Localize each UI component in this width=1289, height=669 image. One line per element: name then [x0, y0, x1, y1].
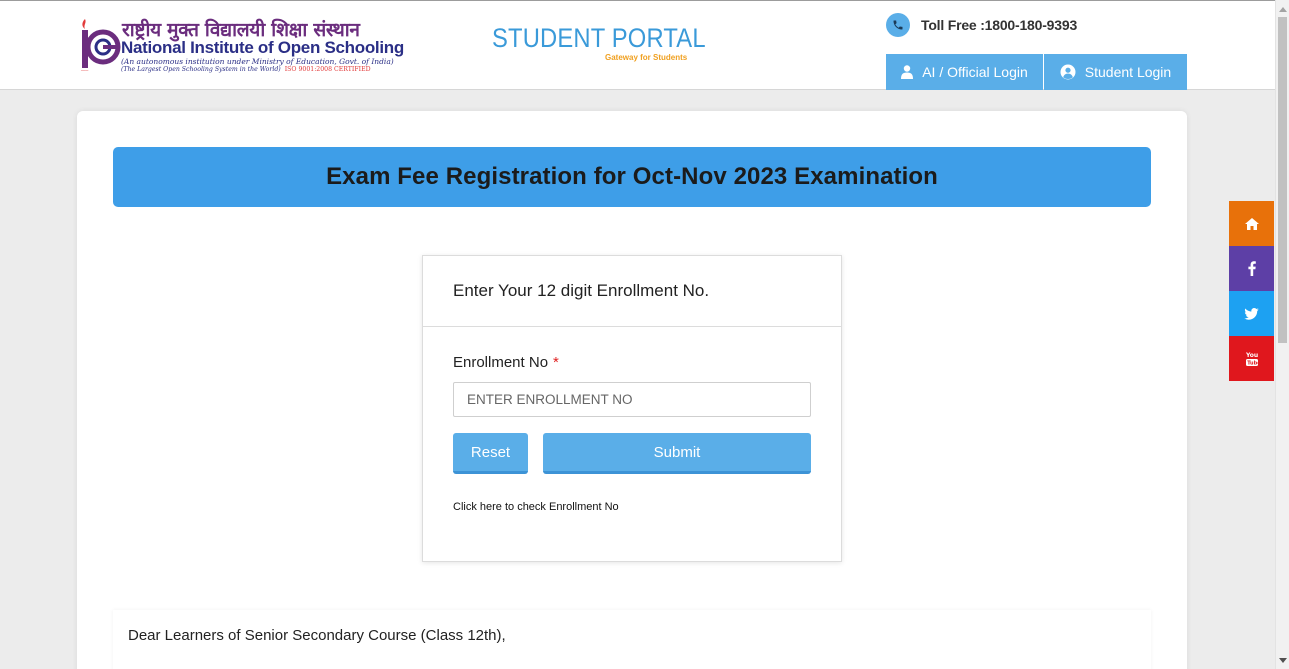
form-heading: Enter Your 12 digit Enrollment No. [423, 256, 841, 327]
scroll-down-arrow-icon[interactable] [1276, 653, 1289, 667]
phone-icon [886, 13, 910, 37]
exam-banner: Exam Fee Registration for Oct-Nov 2023 E… [113, 147, 1151, 207]
notice-text: Dear Learners of Senior Secondary Course… [128, 627, 506, 644]
logo-english-part1: National Institute of [121, 38, 278, 57]
reset-button[interactable]: Reset [453, 433, 528, 474]
toll-free-number: Toll Free :1800-180-9393 [921, 17, 1078, 33]
youtube-icon: YouTube [1245, 352, 1259, 367]
enrollment-input[interactable] [453, 382, 811, 417]
youtube-social-button[interactable]: You Tube [1229, 336, 1274, 381]
page-title: Exam Fee Registration for Oct-Nov 2023 E… [326, 163, 938, 190]
enrollment-label-text: Enrollment No [453, 354, 549, 371]
portal-subtitle: Gateway for Students [605, 53, 688, 62]
facebook-icon [1247, 261, 1256, 276]
ai-official-login-label: AI / Official Login [922, 64, 1028, 80]
facebook-social-button[interactable] [1229, 246, 1274, 291]
scroll-up-arrow-icon[interactable] [1276, 2, 1289, 16]
logo-english-part2: Open Schooling [277, 38, 404, 57]
home-social-button[interactable] [1229, 201, 1274, 246]
twitter-icon [1244, 307, 1259, 320]
ai-official-login-button[interactable]: AI / Official Login [886, 54, 1043, 90]
logo-tagline: (The Largest Open Schooling System in th… [121, 66, 281, 73]
home-icon [1244, 217, 1259, 230]
student-login-button[interactable]: Student Login [1044, 54, 1187, 90]
logo-english-text: National Institute of Open Schooling [121, 38, 404, 58]
logo-subtitle: (An autonomous institution under Ministr… [121, 57, 394, 66]
vertical-scrollbar[interactable] [1275, 0, 1289, 669]
scrollbar-thumb[interactable] [1278, 17, 1287, 343]
submit-button[interactable]: Submit [543, 433, 811, 474]
twitter-social-button[interactable] [1229, 291, 1274, 336]
user-circle-icon [1060, 64, 1076, 80]
svg-text:───: ─── [80, 68, 89, 73]
student-login-label: Student Login [1084, 64, 1172, 80]
svg-text:Tube: Tube [1247, 360, 1259, 366]
enrollment-form-card: Enter Your 12 digit Enrollment No. Enrol… [422, 255, 842, 562]
required-mark: * [553, 354, 559, 371]
notice-panel: Dear Learners of Senior Secondary Course… [113, 610, 1151, 669]
nios-logo-icon: ─── [80, 19, 121, 73]
enrollment-label: Enrollment No * [453, 354, 559, 371]
portal-title: STUDENT PORTAL [492, 23, 706, 53]
check-enrollment-link[interactable]: Click here to check Enrollment No [453, 501, 619, 513]
iso-certification: ISO 9001:2008 CERTIFIED [284, 66, 371, 73]
logo-subtitle-2: (The Largest Open Schooling System in th… [121, 66, 371, 73]
user-icon [901, 65, 914, 79]
svg-text:You: You [1245, 352, 1258, 359]
site-header: ─── राष्ट्रीय मुक्त विद्यालयी शिक्षा संस… [0, 0, 1275, 90]
